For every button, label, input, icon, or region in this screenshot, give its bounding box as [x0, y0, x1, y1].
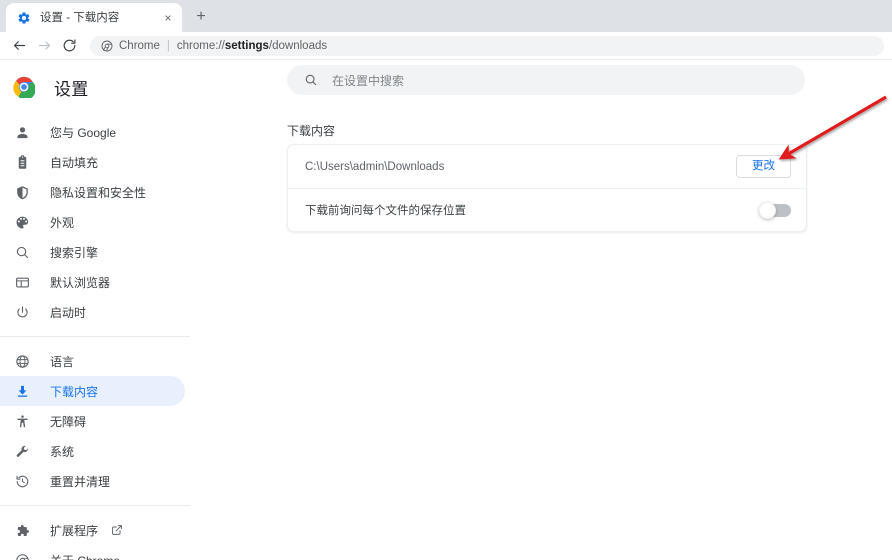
sidebar-item-autofill[interactable]: 自动填充 [0, 147, 185, 177]
gear-icon [16, 10, 32, 26]
chrome-outline-icon [14, 552, 31, 560]
back-button[interactable] [8, 35, 30, 57]
sidebar-item-label: 启动时 [50, 305, 87, 320]
search-icon [303, 73, 318, 88]
sidebar-item-label: 下载内容 [50, 384, 99, 399]
url-suffix: /downloads [268, 39, 328, 52]
sidebar-item-downloads[interactable]: 下载内容 [0, 376, 185, 406]
sidebar-item-label: 关于 Chrome [50, 552, 120, 560]
search-placeholder: 在设置中搜索 [332, 73, 405, 88]
restore-icon [14, 473, 31, 490]
sidebar-item-system[interactable]: 系统 [0, 436, 185, 466]
sidebar-item-default-browser[interactable]: 默认浏览器 [0, 267, 185, 297]
sidebar-item-you-and-google[interactable]: 您与 Google [0, 117, 185, 147]
sidebar-item-label: 扩展程序 [50, 523, 99, 538]
sidebar-item-label: 重置并清理 [50, 474, 111, 489]
url-bold-part: settings [224, 39, 269, 52]
section-title-downloads: 下载内容 [287, 124, 336, 138]
ask-where-to-save-row[interactable]: 下载前询问每个文件的保存位置 [288, 188, 806, 231]
settings-sidebar: 设置 您与 Google 自动填充 隐私设置和安全性 外观 搜索引擎 默认浏览器… [0, 61, 205, 560]
sidebar-item-appearance[interactable]: 外观 [0, 207, 185, 237]
sidebar-item-languages[interactable]: 语言 [0, 346, 185, 376]
ask-where-to-save-label: 下载前询问每个文件的保存位置 [305, 205, 466, 217]
sidebar-item-search-engine[interactable]: 搜索引擎 [0, 237, 185, 267]
sidebar-item-label: 您与 Google [50, 125, 117, 140]
sidebar-item-label: 默认浏览器 [50, 275, 111, 290]
sidebar-group-primary: 您与 Google 自动填充 隐私设置和安全性 外观 搜索引擎 默认浏览器 启动… [0, 117, 205, 327]
sidebar-item-label: 系统 [50, 444, 75, 459]
sidebar-item-accessibility[interactable]: 无障碍 [0, 406, 185, 436]
download-icon [14, 383, 31, 400]
palette-icon [14, 214, 31, 231]
accessibility-icon [14, 413, 31, 430]
settings-main: 在设置中搜索 下载内容 C:\Users\admin\Downloads 更改 … [205, 61, 892, 560]
close-icon[interactable]: × [160, 10, 176, 26]
browser-window-icon [14, 274, 31, 291]
page-title: 设置 [54, 79, 89, 99]
ask-where-to-save-toggle[interactable] [759, 201, 791, 219]
person-icon [14, 124, 31, 141]
sidebar-group-secondary: 语言 下载内容 无障碍 系统 重置并清理 [0, 346, 205, 496]
arrow-left-icon [13, 41, 25, 50]
browser-toolbar: Chrome | chrome://settings/downloads [0, 32, 892, 60]
toggle-knob [759, 201, 776, 219]
downloads-settings-card: C:\Users\admin\Downloads 更改 下载前询问每个文件的保存… [287, 144, 807, 232]
wrench-icon [14, 443, 31, 460]
sidebar-group-footer: 扩展程序 关于 Chrome [0, 515, 205, 560]
settings-page: 设置 您与 Google 自动填充 隐私设置和安全性 外观 搜索引擎 默认浏览器… [0, 61, 892, 560]
sidebar-item-label: 无障碍 [50, 414, 87, 429]
sidebar-item-about-chrome[interactable]: 关于 Chrome [0, 545, 185, 560]
site-chip-label: Chrome [119, 39, 160, 52]
sidebar-item-label: 自动填充 [50, 155, 99, 170]
browser-tab-settings[interactable]: 设置 - 下载内容 × [6, 3, 182, 32]
url-prefix: chrome:// [176, 39, 225, 52]
search-input[interactable]: 在设置中搜索 [287, 65, 805, 95]
omnibox-separator: | [166, 39, 170, 52]
sidebar-divider-1 [0, 336, 190, 337]
reload-icon [63, 39, 75, 52]
power-icon [14, 304, 31, 321]
puzzle-icon [14, 522, 31, 539]
sidebar-item-extensions[interactable]: 扩展程序 [0, 515, 185, 545]
sidebar-item-reset-cleanup[interactable]: 重置并清理 [0, 466, 185, 496]
search-icon [14, 244, 31, 261]
sidebar-item-on-startup[interactable]: 启动时 [0, 297, 185, 327]
globe-icon [14, 353, 31, 370]
chrome-logo [13, 76, 36, 100]
arrow-right-icon [38, 41, 50, 50]
download-location-row: C:\Users\admin\Downloads 更改 [288, 145, 806, 188]
change-location-button[interactable]: 更改 [736, 154, 791, 179]
sidebar-item-label: 外观 [50, 215, 75, 230]
sidebar-item-label: 搜索引擎 [50, 245, 99, 260]
chrome-outline-icon [100, 39, 113, 52]
settings-brand: 设置 [0, 67, 205, 107]
external-link-icon [110, 524, 123, 537]
new-tab-button[interactable]: + [188, 4, 214, 30]
sidebar-item-label: 隐私设置和安全性 [50, 185, 147, 200]
sidebar-item-label: 语言 [50, 354, 75, 369]
forward-button[interactable] [33, 35, 55, 57]
download-location-value: C:\Users\admin\Downloads [305, 160, 445, 173]
browser-window: 设置 - 下载内容 × + Chrome | chrome://settings… [0, 0, 892, 560]
shield-icon [14, 184, 31, 201]
address-bar[interactable]: Chrome | chrome://settings/downloads [90, 35, 884, 56]
omnibox-url: chrome://settings/downloads [177, 40, 327, 52]
clipboard-icon [14, 154, 31, 171]
sidebar-item-privacy-security[interactable]: 隐私设置和安全性 [0, 177, 185, 207]
tab-title: 设置 - 下载内容 [40, 11, 120, 24]
reload-button[interactable] [58, 35, 80, 57]
sidebar-divider-2 [0, 505, 190, 506]
tab-strip: 设置 - 下载内容 × + [0, 0, 892, 32]
